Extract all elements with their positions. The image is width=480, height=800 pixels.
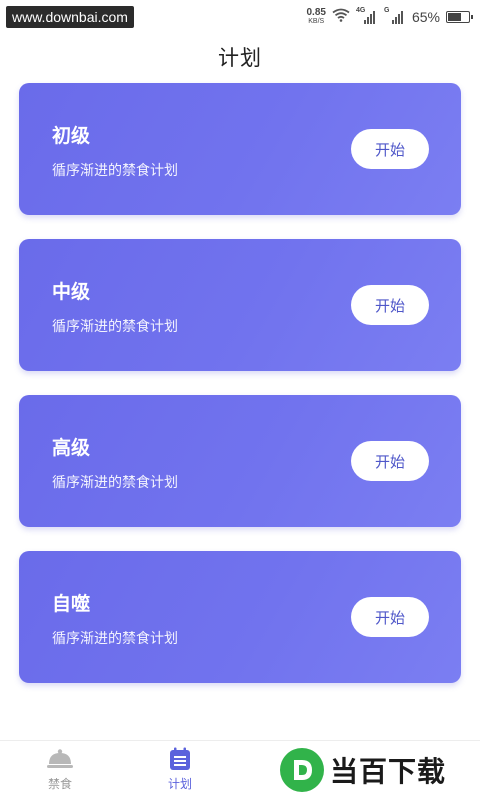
- start-button[interactable]: 开始: [351, 441, 429, 481]
- cloche-icon: [46, 747, 74, 771]
- plan-description: 循序渐进的禁食计划: [52, 475, 178, 491]
- network-speed-unit: KB/S: [308, 18, 325, 25]
- plan-card-autophagy[interactable]: 自噬 循序渐进的禁食计划 开始: [19, 551, 461, 683]
- network-speed: 0.85 KB/S: [307, 8, 326, 26]
- battery-percent: 65%: [411, 9, 440, 25]
- cellular-signal-icon: 4G: [356, 7, 378, 24]
- plan-name: 高级: [52, 437, 91, 459]
- nav-item-fasting[interactable]: 禁食: [0, 741, 120, 800]
- wifi-icon: [332, 8, 350, 27]
- site-watermark: www.downbai.com: [6, 6, 134, 28]
- battery-icon: [446, 11, 473, 23]
- d-logo-icon: [280, 748, 324, 792]
- status-bar: www.downbai.com 0.85 KB/S 4G G 65%: [0, 0, 480, 34]
- start-button[interactable]: 开始: [351, 285, 429, 325]
- plan-list: 初级 循序渐进的禁食计划 开始 中级 循序渐进的禁食计划 开始 高级 循序渐进的…: [19, 83, 461, 707]
- page-title: 计划: [218, 46, 262, 70]
- plan-description: 循序渐进的禁食计划: [52, 631, 178, 647]
- brand-watermark: 当百下载: [280, 742, 480, 798]
- start-button[interactable]: 开始: [351, 129, 429, 169]
- plan-list-icon: [166, 747, 194, 771]
- plan-name: 中级: [52, 281, 91, 303]
- cellular-signal-icon: G: [383, 7, 406, 24]
- brand-text: 当百下载: [330, 755, 447, 788]
- start-button[interactable]: 开始: [351, 597, 429, 637]
- plan-description: 循序渐进的禁食计划: [52, 163, 178, 179]
- plan-card-advanced[interactable]: 高级 循序渐进的禁食计划 开始: [19, 395, 461, 527]
- plan-card-beginner[interactable]: 初级 循序渐进的禁食计划 开始: [19, 83, 461, 215]
- plan-description: 循序渐进的禁食计划: [52, 319, 178, 335]
- plan-card-intermediate[interactable]: 中级 循序渐进的禁食计划 开始: [19, 239, 461, 371]
- nav-label: 计划: [167, 777, 192, 791]
- network-speed-value: 0.85: [306, 7, 326, 18]
- nav-item-plan[interactable]: 计划: [120, 741, 240, 800]
- status-indicators: 0.85 KB/S 4G G 65%: [307, 6, 473, 28]
- nav-label: 禁食: [47, 777, 72, 791]
- cellular-signal-tag: G: [383, 7, 390, 14]
- plan-name: 初级: [52, 125, 91, 147]
- plan-name: 自噬: [52, 593, 91, 615]
